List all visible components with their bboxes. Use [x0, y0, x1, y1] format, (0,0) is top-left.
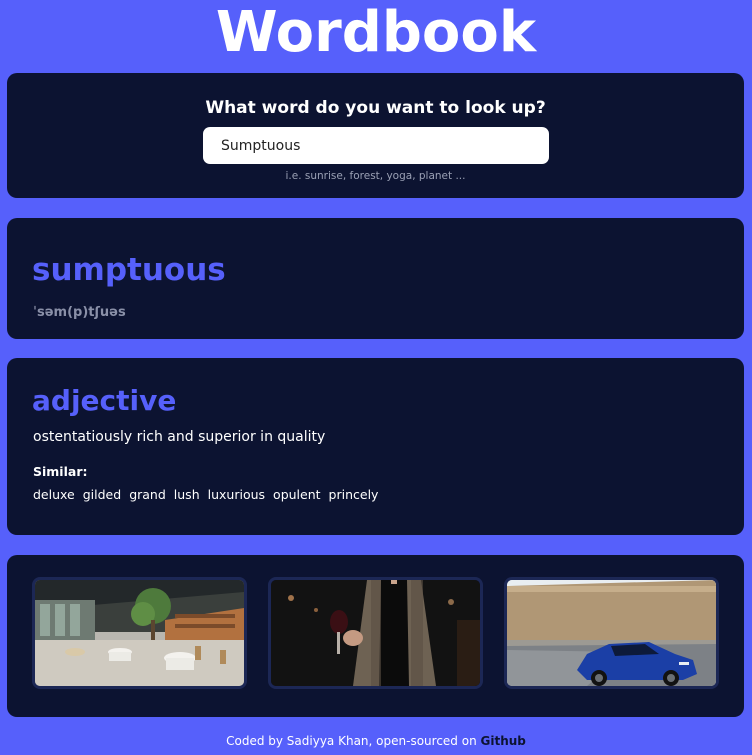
- app-title: Wordbook: [215, 0, 537, 65]
- github-link[interactable]: Github: [481, 734, 526, 748]
- search-section: What word do you want to look up? i.e. s…: [7, 73, 744, 198]
- photo-blue-sports-car[interactable]: [504, 577, 719, 689]
- word-section: sumptuous ˈsəm(p)tʃuəs: [7, 218, 744, 339]
- synonym-link[interactable]: princely: [329, 487, 379, 502]
- definition-text: ostentatiously rich and superior in qual…: [33, 429, 326, 445]
- restaurant-interior-image: [35, 580, 244, 686]
- footer-text: Coded by Sadiyya Khan, open-sourced on: [226, 734, 477, 748]
- synonym-link[interactable]: lush: [174, 487, 200, 502]
- photo-restaurant-interior[interactable]: [32, 577, 247, 689]
- footer: Coded by Sadiyya Khan, open-sourced on G…: [0, 734, 752, 748]
- phonetic-text: ˈsəm(p)tʃuəs: [33, 305, 126, 320]
- synonym-link[interactable]: deluxe: [33, 487, 75, 502]
- search-question: What word do you want to look up?: [205, 98, 546, 118]
- photo-person-with-wine-glass[interactable]: [268, 577, 483, 689]
- synonym-list: deluxe gilded grand lush luxurious opule…: [33, 487, 378, 502]
- blue-sports-car-image: [507, 580, 716, 686]
- meaning-section: adjective ostentatiously rich and superi…: [7, 358, 744, 535]
- photos-section: [7, 555, 744, 717]
- synonym-link[interactable]: gilded: [83, 487, 121, 502]
- search-input[interactable]: [203, 127, 549, 164]
- word-heading: sumptuous: [32, 252, 226, 288]
- synonym-link[interactable]: luxurious: [208, 487, 265, 502]
- synonym-link[interactable]: grand: [129, 487, 166, 502]
- part-of-speech: adjective: [32, 384, 177, 417]
- search-hint: i.e. sunrise, forest, yoga, planet ...: [285, 170, 466, 182]
- synonym-link[interactable]: opulent: [273, 487, 321, 502]
- person-with-wine-glass-image: [271, 580, 480, 686]
- similar-label: Similar:: [33, 464, 88, 479]
